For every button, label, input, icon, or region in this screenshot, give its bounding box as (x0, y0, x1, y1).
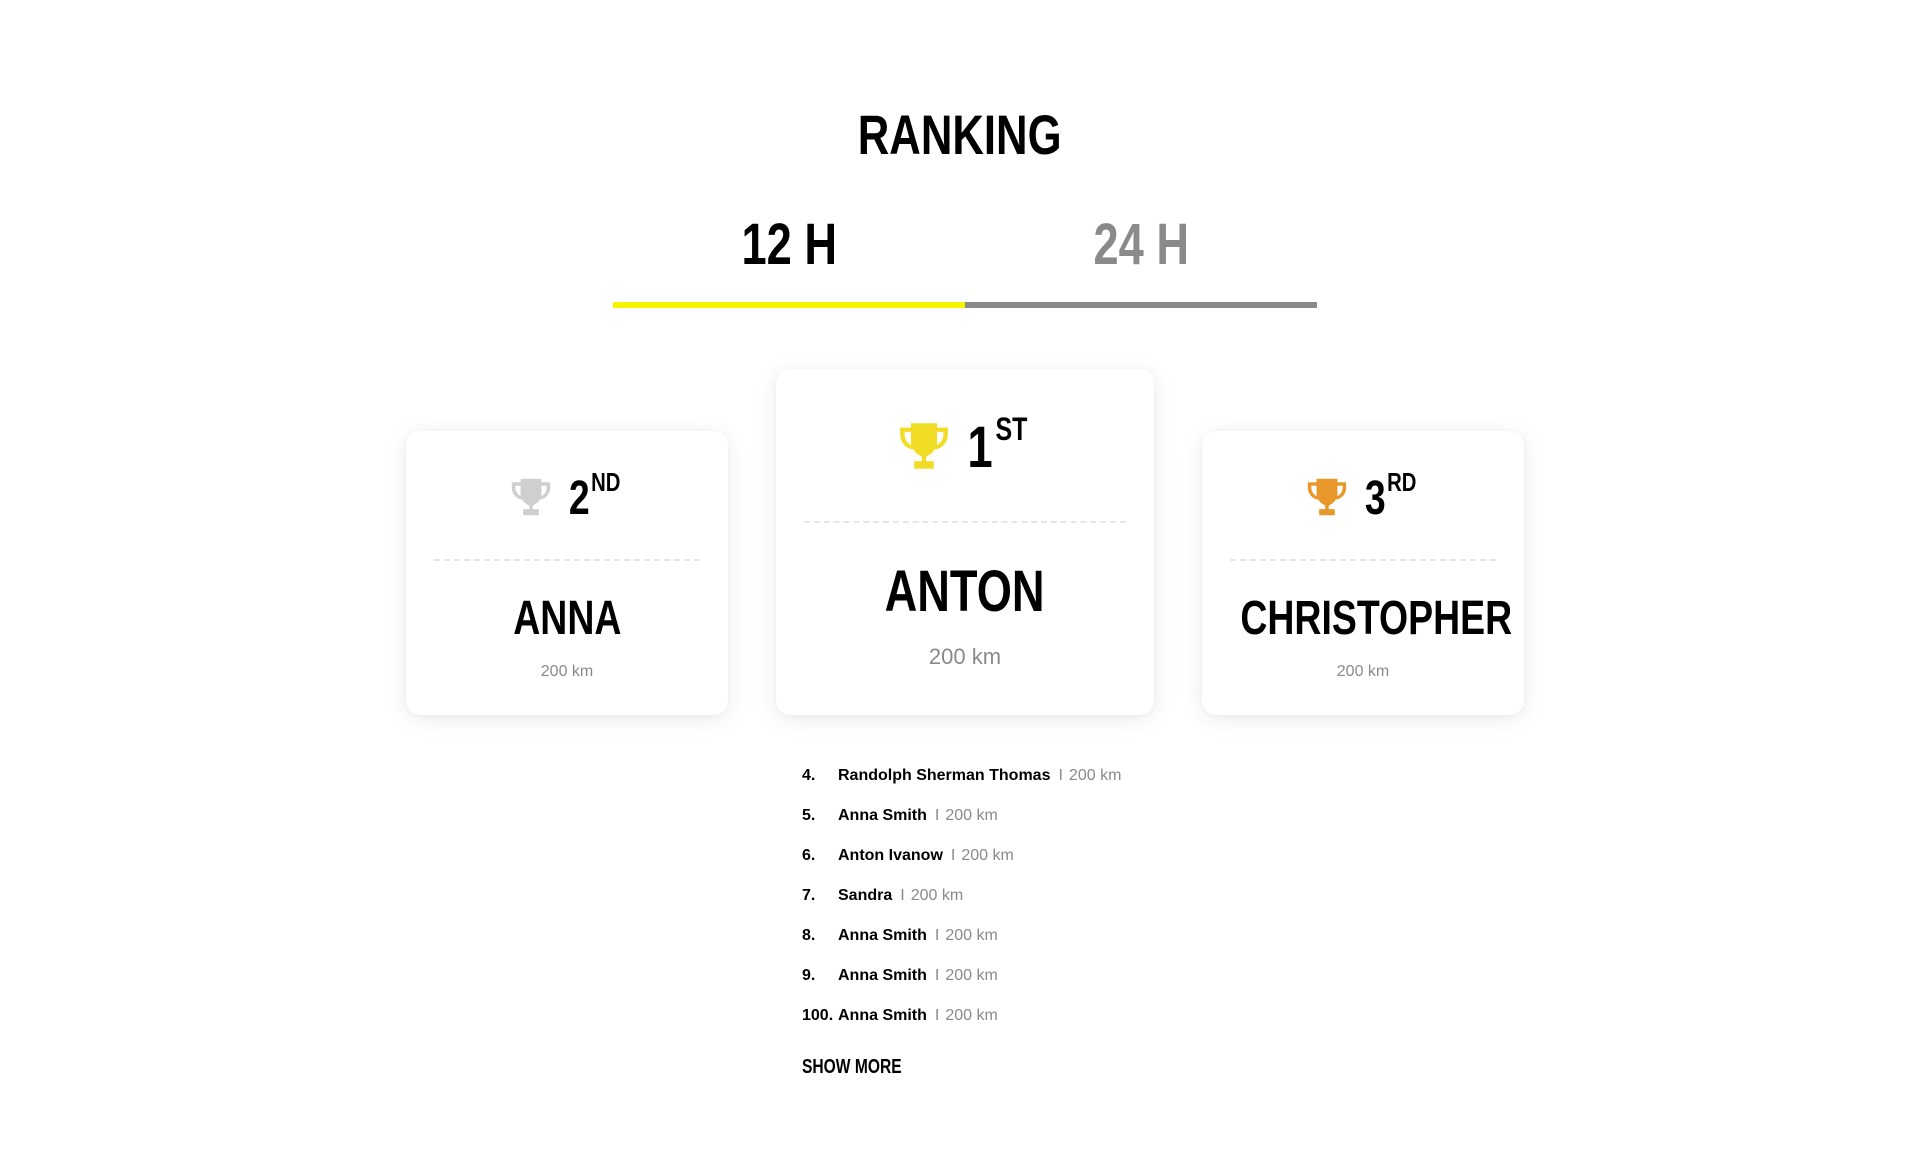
list-item: 4. Randolph Sherman Thomas I 200 km (802, 756, 1121, 796)
ranking-list: 4. Randolph Sherman Thomas I 200 km 5. A… (802, 756, 1121, 1036)
rank-number: 5. (802, 807, 816, 824)
winner-name-text: CHRISTOPHER (1240, 592, 1513, 645)
place-row: 1ST (776, 411, 1154, 483)
place-row: 2ND (406, 467, 728, 529)
place-number: 2 (568, 472, 590, 525)
place-number: 1 (967, 415, 994, 480)
list-item: 7. Sandra I 200 km (802, 876, 1121, 916)
rank-distance: 200 km (961, 847, 1014, 864)
trophy-silver-icon (510, 477, 552, 521)
list-item: 100. Anna Smith I 200 km (802, 996, 1121, 1036)
tab-12h-indicator (613, 302, 965, 308)
winner-distance: 200 km (928, 644, 1002, 669)
winner-name-text: ANNA (512, 592, 622, 645)
show-more-label: SHOW MORE (802, 1056, 902, 1078)
rank-name: Anna Smith (838, 807, 927, 824)
podium-card-third: 3RD CHRISTOPHER 200 km (1202, 431, 1524, 715)
period-tabs: 12 H 24 H (613, 205, 1317, 310)
rank-number: 7. (802, 887, 816, 904)
rank-separator: I (950, 847, 956, 864)
page-title-text: RANKING (858, 103, 1062, 166)
divider (804, 521, 1126, 523)
rank-distance: 200 km (945, 927, 998, 944)
rank-distance: 200 km (945, 967, 998, 984)
tab-12h[interactable]: 12 H (613, 205, 965, 308)
rank-distance: 200 km (910, 887, 964, 904)
tab-24h-indicator (965, 302, 1317, 308)
rank-separator: I (934, 807, 940, 824)
winner-distance: 200 km (1336, 663, 1390, 680)
winner-name: ANNA (406, 591, 728, 647)
tab-24h[interactable]: 24 H (965, 205, 1317, 308)
place-row: 3RD (1202, 467, 1524, 529)
list-item: 9. Anna Smith I 200 km (802, 956, 1121, 996)
rank-name: Anna Smith (838, 1007, 927, 1024)
rank-number: 100. (802, 1007, 834, 1024)
rank-name: Anna Smith (838, 967, 927, 984)
winner-name: CHRISTOPHER (1202, 591, 1524, 647)
list-item: 6. Anton Ivanow I 200 km (802, 836, 1121, 876)
rank-number: 8. (802, 927, 816, 944)
list-item: 8. Anna Smith I 200 km (802, 916, 1121, 956)
rank-separator: I (934, 1007, 940, 1024)
rank-number: 6. (802, 847, 816, 864)
rank-number: 9. (802, 967, 816, 984)
place-suffix: ST (995, 411, 1028, 447)
trophy-bronze-icon (1306, 477, 1348, 521)
rank-number: 4. (802, 767, 816, 784)
podium-card-second: 2ND ANNA 200 km (406, 431, 728, 715)
trophy-gold-icon (898, 421, 950, 475)
rank-name: Sandra (838, 887, 893, 904)
list-item: 5. Anna Smith I 200 km (802, 796, 1121, 836)
winner-name-text: ANTON (884, 559, 1046, 624)
winner-distance: 200 km (540, 663, 594, 680)
rank-distance: 200 km (945, 807, 998, 824)
podium-card-first: 1ST ANTON 200 km (776, 369, 1154, 715)
rank-separator: I (934, 967, 940, 984)
page-title: RANKING (0, 100, 1920, 171)
place-suffix: RD (1386, 467, 1416, 497)
rank-name: Randolph Sherman Thomas (838, 767, 1051, 784)
divider (1230, 559, 1496, 561)
show-more-link[interactable]: SHOW MORE (802, 1052, 930, 1081)
divider (434, 559, 700, 561)
rank-separator: I (934, 927, 940, 944)
place-suffix: ND (590, 467, 620, 497)
tab-24h-label: 24 H (1093, 212, 1189, 277)
rank-name: Anton Ivanow (838, 847, 943, 864)
rank-separator: I (900, 887, 905, 904)
rank-separator: I (1058, 767, 1063, 784)
tab-12h-label: 12 H (741, 212, 837, 277)
rank-distance: 200 km (945, 1007, 998, 1024)
rank-name: Anna Smith (838, 927, 927, 944)
place-number: 3 (1364, 472, 1386, 525)
rank-distance: 200 km (1068, 767, 1122, 784)
winner-name: ANTON (776, 559, 1154, 625)
